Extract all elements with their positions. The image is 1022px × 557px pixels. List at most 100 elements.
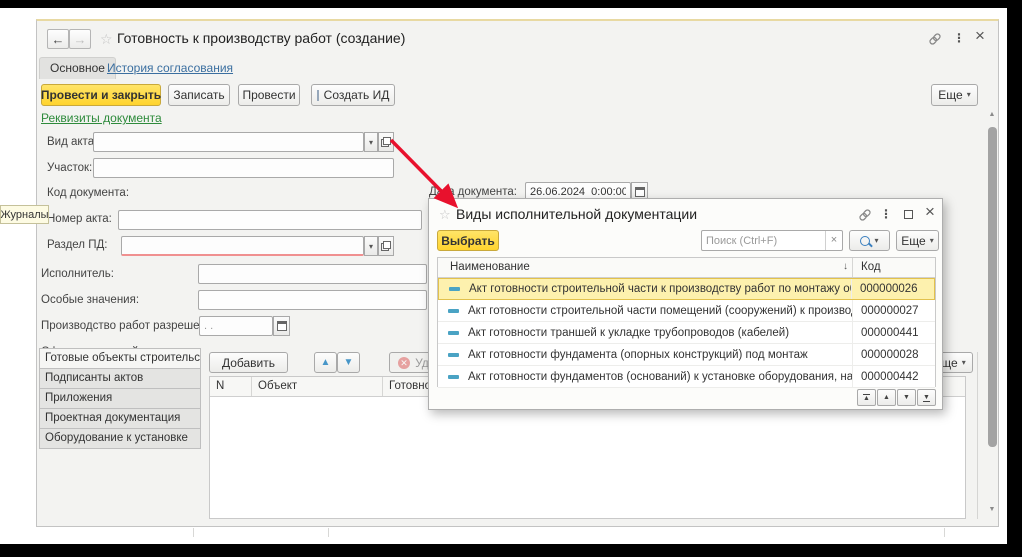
pd-section-input[interactable]	[121, 236, 364, 256]
requisites-link[interactable]: Реквизиты документа	[41, 111, 162, 125]
table-row[interactable]: Акт готовности фундамента (опорных конст…	[438, 344, 935, 366]
to-bottom-icon: ▼	[923, 394, 930, 402]
clear-search-icon[interactable]: ×	[825, 231, 842, 250]
scrollbar-thumb[interactable]	[988, 127, 997, 447]
catalog-item-icon	[448, 331, 459, 335]
favorite-star-icon[interactable]: ☆	[100, 31, 113, 48]
popup-table: Наименование ↓ Код Акт готовности строит…	[437, 257, 936, 387]
get-link-icon[interactable]	[927, 32, 943, 46]
act-kind-dropdown-button[interactable]: ▾	[364, 132, 378, 152]
code-column-header[interactable]: Код	[852, 258, 935, 277]
popup-get-link-icon[interactable]	[857, 208, 873, 222]
letterbox-top	[0, 0, 1022, 8]
tab-main[interactable]: Основное	[39, 57, 116, 79]
side-tab-0[interactable]: Готовые объекты строительства	[39, 348, 201, 369]
scroll-up-arrow[interactable]: ▲	[985, 109, 999, 121]
choose-icon	[381, 137, 391, 147]
dropdown-caret-icon: ▾	[874, 237, 878, 245]
row-name: Акт готовности фундаментов (оснований) к…	[468, 371, 852, 383]
more-menu-icon[interactable]: ⋮	[954, 30, 964, 46]
side-tab-4[interactable]: Оборудование к установке	[39, 428, 201, 449]
taskbar-divider	[328, 528, 329, 537]
more-button[interactable]: Еще▾	[931, 84, 978, 106]
select-button[interactable]: Выбрать	[437, 230, 499, 251]
popup-more-button[interactable]: Еще▾	[896, 230, 939, 251]
go-next-button[interactable]: ▼	[897, 389, 916, 406]
search-box: ×	[701, 230, 843, 251]
forward-button[interactable]: →	[69, 29, 91, 49]
taskbar-divider	[944, 528, 945, 537]
act-kind-input[interactable]	[93, 132, 364, 152]
grid-column-header-1[interactable]: Объект	[252, 377, 383, 396]
go-first-button[interactable]: ▲	[857, 389, 876, 406]
selection-popup: ☆ Виды исполнительной документации ⋮ × В…	[428, 198, 943, 410]
back-button[interactable]: ←	[47, 29, 69, 49]
row-code: 000000026	[851, 279, 934, 299]
move-up-button[interactable]: ▲	[314, 352, 337, 373]
to-top-icon: ▲	[863, 394, 870, 402]
row-code: 000000441	[852, 322, 935, 343]
up-icon: ▲	[883, 394, 890, 401]
act-number-label: Номер акта:	[47, 213, 112, 225]
favorite-star-icon[interactable]: ☆	[439, 207, 451, 223]
pd-section-label: Раздел ПД:	[47, 239, 107, 251]
letterbox-bottom	[0, 544, 1022, 557]
journals-tooltip: Журналы	[0, 205, 49, 224]
move-down-button[interactable]: ▼	[337, 352, 360, 373]
document-icon	[317, 90, 319, 101]
search-input[interactable]	[702, 235, 825, 247]
create-id-button[interactable]: Создать ИД	[311, 84, 395, 106]
side-tab-1[interactable]: Подписанты актов	[39, 368, 201, 389]
row-name: Акт готовности строительной части к прои…	[469, 283, 851, 295]
doc-code-label: Код документа:	[47, 187, 129, 199]
up-arrow-icon: ▲	[321, 357, 331, 368]
doc-date-label: Дата документа:	[429, 186, 517, 198]
tab-approval-history[interactable]: История согласования	[107, 61, 233, 75]
down-icon: ▼	[903, 394, 910, 401]
side-tabs: Готовые объекты строительстваПодписанты …	[39, 349, 201, 449]
name-column-header[interactable]: Наименование ↓	[438, 258, 852, 277]
act-kind-label: Вид акта:	[47, 136, 97, 148]
row-code: 000000442	[852, 366, 935, 387]
executor-label: Исполнитель:	[41, 268, 114, 280]
table-row[interactable]: Акт готовности строительной части помеще…	[438, 300, 935, 322]
works-allowed-calendar-button[interactable]	[273, 316, 290, 336]
magnifier-icon	[860, 236, 870, 246]
special-values-label: Особые значения:	[41, 294, 139, 306]
save-button[interactable]: Записать	[168, 84, 230, 106]
popup-close-icon[interactable]: ×	[923, 203, 937, 221]
table-row[interactable]: Акт готовности строительной части к прои…	[438, 278, 935, 300]
window-title: Готовность к производству работ (создани…	[117, 30, 405, 46]
executor-input[interactable]	[198, 264, 427, 284]
catalog-item-icon	[448, 375, 459, 379]
popup-maximize-icon[interactable]	[901, 206, 915, 222]
pd-section-dropdown-button[interactable]: ▾	[364, 236, 378, 256]
dropdown-caret-icon: ▾	[967, 91, 971, 99]
add-row-button[interactable]: Добавить	[209, 352, 288, 373]
site-input[interactable]	[93, 158, 394, 178]
taskbar-divider	[193, 528, 194, 537]
grid-column-header-0[interactable]: N	[210, 377, 252, 396]
pd-section-choose-button[interactable]	[378, 236, 394, 256]
close-window-icon[interactable]: ×	[973, 27, 987, 45]
dropdown-caret-icon: ▾	[930, 237, 934, 245]
side-tab-2[interactable]: Приложения	[39, 388, 201, 409]
screenshot-stage: ← → ☆ Готовность к производству работ (с…	[0, 0, 1022, 557]
post-button[interactable]: Провести	[238, 84, 300, 106]
catalog-item-icon	[448, 353, 459, 357]
act-kind-choose-button[interactable]	[378, 132, 394, 152]
works-allowed-date-input[interactable]	[199, 316, 273, 336]
table-row[interactable]: Акт готовности фундаментов (оснований) к…	[438, 366, 935, 388]
popup-more-menu-icon[interactable]: ⋮	[881, 206, 891, 222]
side-tab-3[interactable]: Проектная документация	[39, 408, 201, 429]
act-number-input[interactable]	[118, 210, 422, 230]
table-row[interactable]: Акт готовности траншей к укладке трубопр…	[438, 322, 935, 344]
special-values-input[interactable]	[198, 290, 427, 310]
scroll-down-arrow[interactable]: ▼	[985, 504, 999, 516]
catalog-item-icon	[448, 309, 459, 313]
go-last-button[interactable]: ▼	[917, 389, 936, 406]
panel-divider	[977, 352, 978, 519]
post-and-close-button[interactable]: Провести и закрыть	[41, 84, 161, 106]
go-prev-button[interactable]: ▲	[877, 389, 896, 406]
search-button[interactable]: ▾	[849, 230, 890, 251]
